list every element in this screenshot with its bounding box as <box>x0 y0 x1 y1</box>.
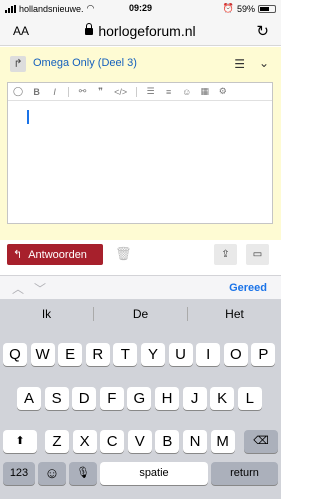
reload-icon[interactable]: ↻ <box>256 22 269 40</box>
bullet-list-icon[interactable]: ☰ <box>146 86 155 97</box>
key-o[interactable]: O <box>223 343 248 366</box>
key-e[interactable]: E <box>58 343 83 366</box>
trash-icon[interactable]: 🗑 <box>115 246 132 262</box>
key-y[interactable]: Y <box>141 343 165 366</box>
key-j[interactable]: J <box>182 387 207 410</box>
shift-key[interactable]: ⬆ <box>3 430 37 453</box>
blockquote-icon[interactable]: ❞ <box>96 86 105 97</box>
battery-icon <box>258 4 276 13</box>
calendar-icon[interactable]: ▦ <box>200 86 210 97</box>
key-z[interactable]: Z <box>45 430 69 453</box>
italic-icon[interactable]: I <box>50 87 59 97</box>
keyboard-accessory-bar: ︿﹀ Gereed <box>0 275 281 299</box>
code-icon[interactable]: </> <box>114 87 127 97</box>
key-f[interactable]: F <box>99 387 124 410</box>
upload-icon[interactable]: ⇪ <box>214 244 237 265</box>
field-navigation: ︿﹀ <box>12 280 56 297</box>
chevron-down-icon[interactable]: ⌄ <box>259 56 269 70</box>
url-text: horlogeforum.nl <box>98 23 196 39</box>
alarm-icon: ⏰ <box>222 3 234 13</box>
numbers-key[interactable]: 123 <box>3 462 35 485</box>
key-r[interactable]: R <box>85 343 110 366</box>
suggestion-bar: Ik De Het <box>0 299 281 329</box>
toolbar-divider <box>68 86 70 97</box>
key-w[interactable]: W <box>30 343 55 366</box>
topic-title-link[interactable]: Omega Only (Deel 3) <box>33 57 137 69</box>
next-field-icon[interactable]: ﹀ <box>34 282 56 296</box>
battery-percent: 59% <box>236 3 255 14</box>
suggestion-item[interactable]: Het <box>188 307 281 321</box>
dictation-key[interactable]: 🎙 <box>69 462 97 485</box>
key-c[interactable]: C <box>100 430 125 453</box>
reply-editor-panel: ↱ Omega Only (Deel 3) ☰ ⌄ ◯ B I ⚯ ❞ </> … <box>0 47 281 240</box>
backspace-key[interactable]: ⌫ <box>244 430 278 453</box>
key-k[interactable]: K <box>210 387 235 410</box>
compose-box[interactable]: ◯ B I ⚯ ❞ </> ☰ ≡ ☺ ▦ ⚙ <box>7 82 273 224</box>
key-h[interactable]: H <box>155 387 179 410</box>
reply-arrow-icon: ↰ <box>13 249 23 261</box>
status-bar: hollandsnieuwe. ◠ 09:29 ⏰ 59% <box>0 0 281 16</box>
previous-field-icon[interactable]: ︿ <box>12 282 34 296</box>
key-q[interactable]: Q <box>3 343 27 366</box>
space-key[interactable]: spatie <box>100 462 208 485</box>
reply-button[interactable]: ↰ Antwoorden <box>7 244 103 265</box>
preview-toggle-icon[interactable]: ▭ <box>246 244 269 265</box>
key-n[interactable]: N <box>183 430 207 453</box>
emoji-icon[interactable]: ☺ <box>182 87 191 97</box>
key-a[interactable]: A <box>17 387 41 410</box>
key-b[interactable]: B <box>155 430 180 453</box>
key-p[interactable]: P <box>251 343 276 366</box>
editor-actions: ↰ Antwoorden 🗑 ⇪ ▭ <box>0 240 281 272</box>
lock-icon <box>85 23 94 35</box>
key-u[interactable]: U <box>168 343 193 366</box>
link-icon[interactable]: ⚯ <box>78 86 87 97</box>
key-x[interactable]: X <box>72 430 97 453</box>
bold-icon[interactable]: B <box>32 87 41 97</box>
reply-button-label: Antwoorden <box>28 248 87 261</box>
emoji-key[interactable]: ☺ <box>38 462 66 485</box>
key-m[interactable]: M <box>210 430 235 453</box>
key-v[interactable]: V <box>127 430 152 453</box>
editor-toolbar: ◯ B I ⚯ ❞ </> ☰ ≡ ☺ ▦ ⚙ <box>8 83 272 101</box>
key-d[interactable]: D <box>72 387 97 410</box>
keyboard: Ik De Het Q W E R T Y U I O P A S D F G H J K L ⬆ Z X C V B N M ⌫ 12… <box>0 299 281 499</box>
toolbar-divider <box>136 86 138 97</box>
status-right: ⏰ 59% <box>223 3 276 14</box>
quote-icon[interactable]: ◯ <box>13 86 23 97</box>
key-l[interactable]: L <box>237 387 262 410</box>
suggestion-item[interactable]: Ik <box>0 307 93 321</box>
gear-icon[interactable]: ⚙ <box>218 86 227 97</box>
topic-header: ↱ Omega Only (Deel 3) ☰ ⌄ <box>0 55 281 73</box>
key-g[interactable]: G <box>127 387 152 410</box>
address-bar: AA horlogeforum.nl ↻ <box>0 16 281 46</box>
return-key[interactable]: return <box>211 462 278 485</box>
key-s[interactable]: S <box>44 387 69 410</box>
numbered-list-icon[interactable]: ≡ <box>164 87 173 97</box>
reply-action-icon[interactable]: ↱ <box>10 56 26 72</box>
hamburger-menu-icon[interactable]: ☰ <box>234 57 245 71</box>
key-i[interactable]: I <box>196 343 221 366</box>
suggestion-item[interactable]: De <box>94 307 187 321</box>
url-field[interactable]: horlogeforum.nl <box>0 23 281 39</box>
done-button[interactable]: Gereed <box>229 282 267 294</box>
key-t[interactable]: T <box>113 343 138 366</box>
text-cursor <box>27 110 29 124</box>
